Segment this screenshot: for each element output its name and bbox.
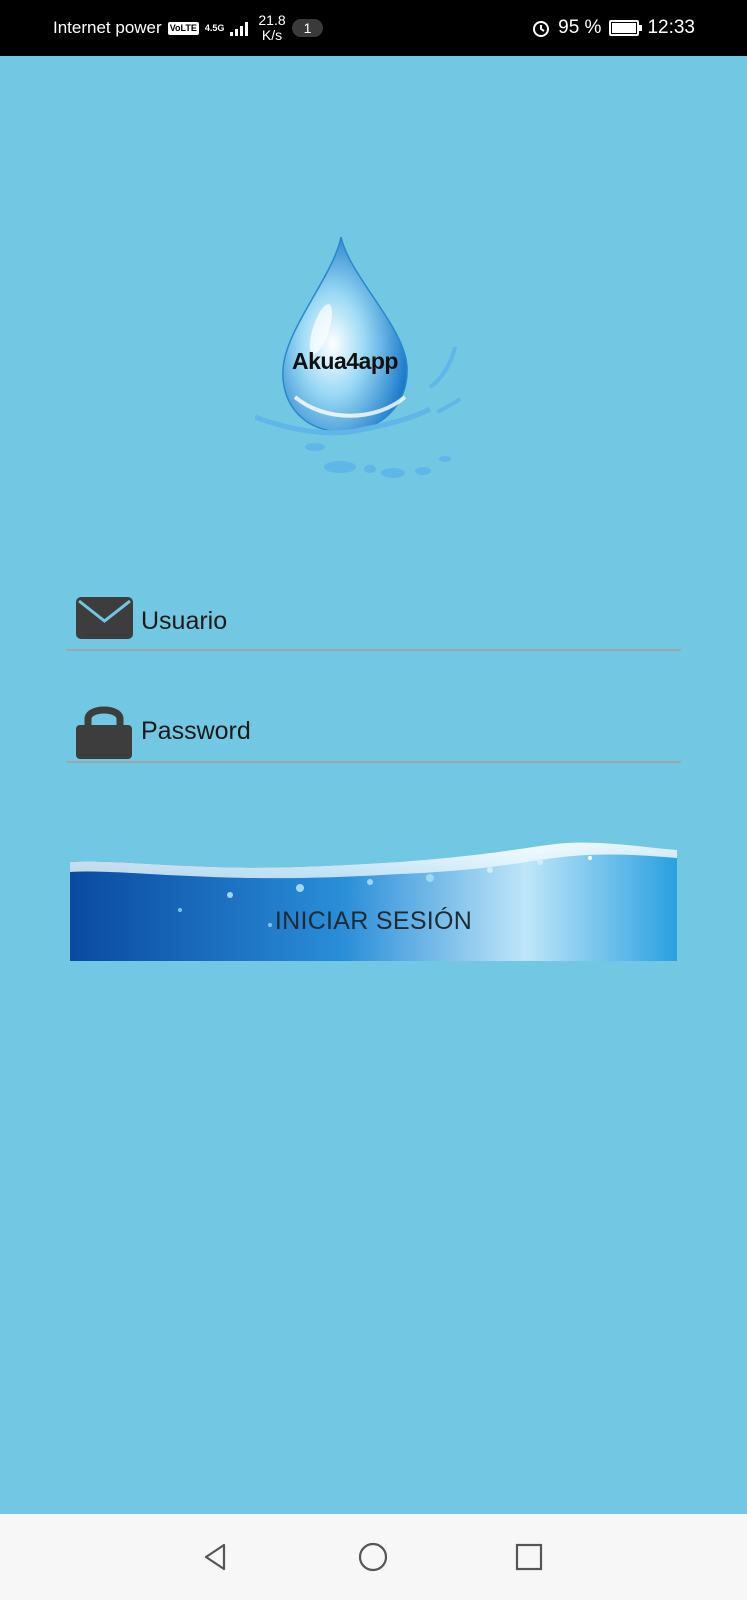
username-field[interactable]: Usuario bbox=[66, 585, 681, 651]
battery-percent: 95 % bbox=[558, 17, 602, 38]
lock-icon bbox=[76, 706, 132, 759]
clock: 12:33 bbox=[647, 17, 695, 38]
network-type: 4.5G bbox=[205, 23, 225, 33]
status-bar: Internet power VoLTE 4.5G 21.8 K/s 1 95 … bbox=[0, 0, 747, 56]
notification-count-badge: 1 bbox=[291, 19, 324, 37]
recents-square-icon[interactable] bbox=[513, 1541, 545, 1573]
navigation-bar bbox=[0, 1514, 747, 1600]
battery-icon bbox=[609, 20, 643, 36]
network-speed: 21.8 K/s bbox=[258, 13, 285, 43]
speed-unit: K/s bbox=[261, 27, 283, 43]
speed-value: 21.8 bbox=[258, 12, 286, 28]
alarm-icon bbox=[533, 21, 550, 37]
network-label: 4.5G bbox=[204, 23, 225, 33]
app-logo-text: Akua4app bbox=[292, 348, 398, 374]
status-right: 95 % 12:33 bbox=[532, 0, 695, 56]
login-button[interactable]: INICIAR SESIÓN bbox=[70, 840, 677, 961]
water-wave-background bbox=[70, 840, 677, 961]
envelope-icon bbox=[76, 597, 133, 639]
signal-icon bbox=[230, 22, 249, 36]
volte-badge: VoLTE bbox=[167, 21, 199, 35]
home-circle-icon[interactable] bbox=[357, 1541, 389, 1573]
password-field[interactable]: Password bbox=[66, 697, 681, 763]
username-placeholder: Usuario bbox=[141, 607, 228, 635]
back-triangle-icon[interactable] bbox=[200, 1541, 232, 1573]
login-button-label: INICIAR SESIÓN bbox=[274, 907, 473, 935]
password-placeholder: Password bbox=[141, 717, 251, 745]
status-left: Internet power VoLTE 4.5G 21.8 K/s 1 bbox=[53, 0, 324, 56]
carrier-name: Internet power bbox=[53, 18, 162, 37]
